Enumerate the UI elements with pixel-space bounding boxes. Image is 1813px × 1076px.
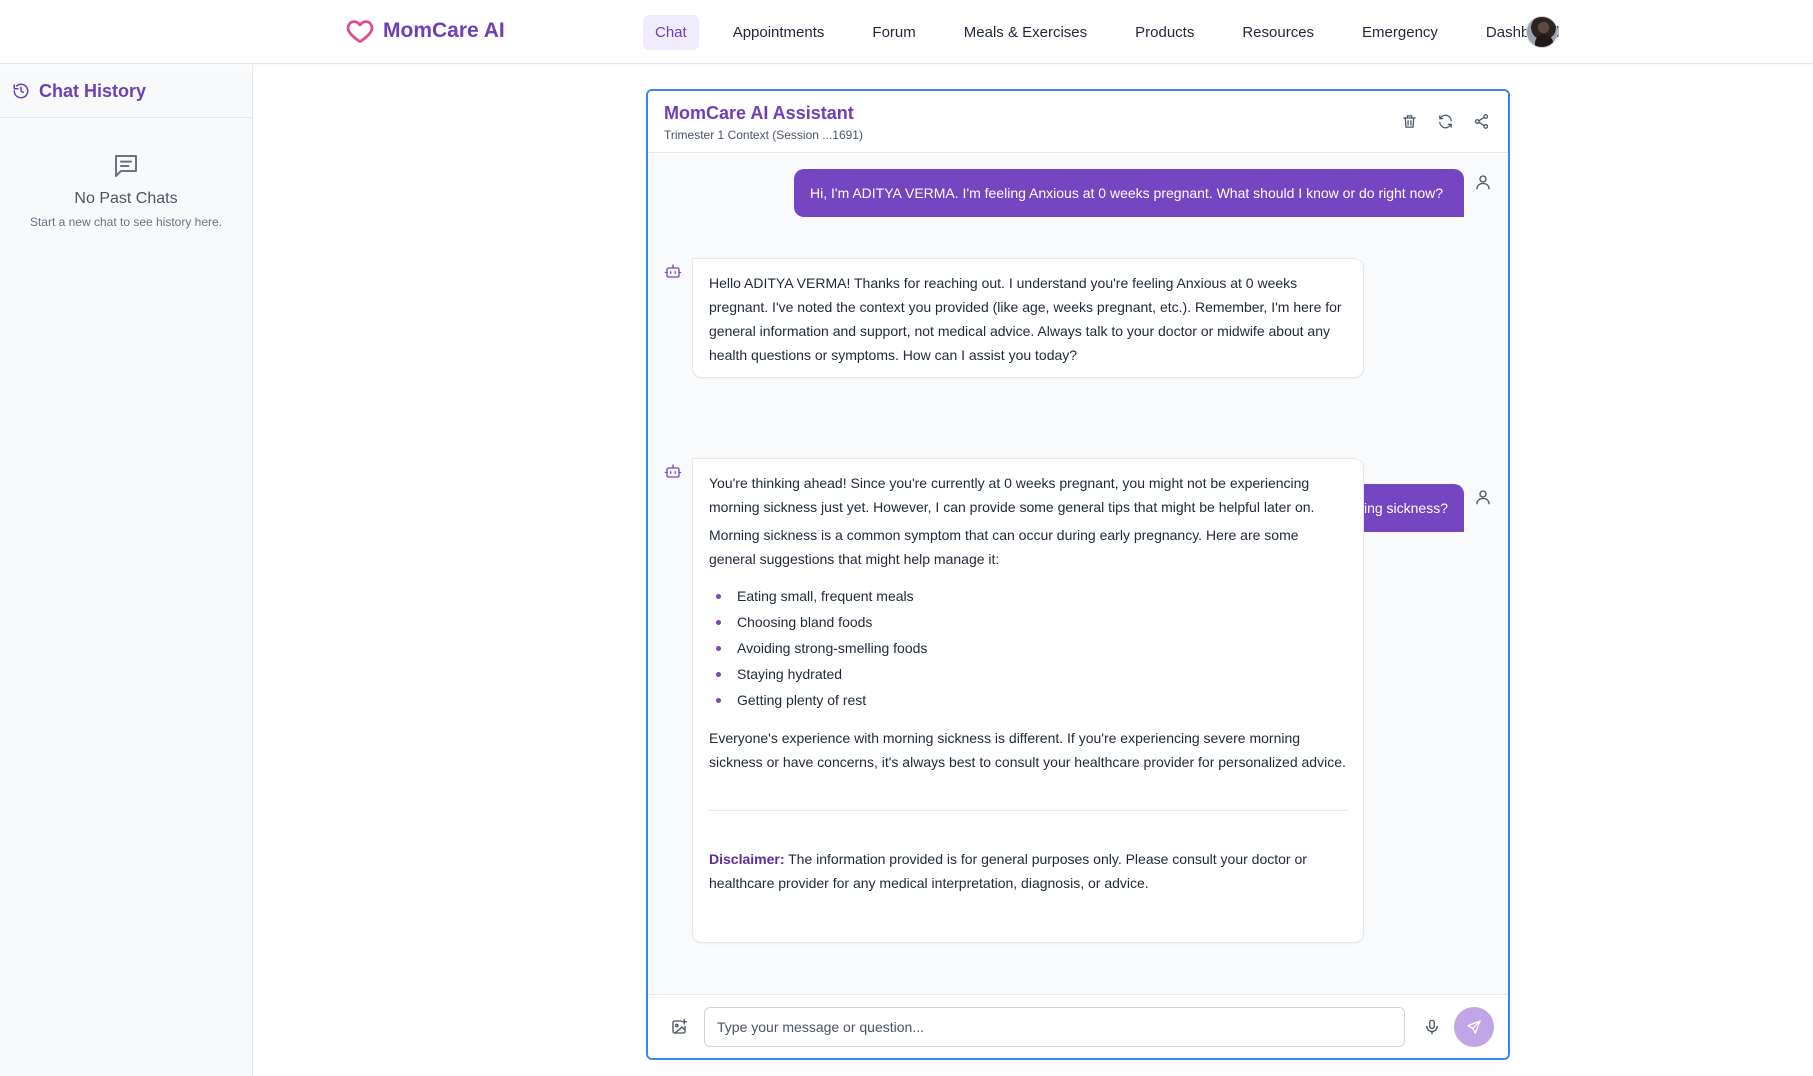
microphone-icon[interactable] (1423, 1018, 1441, 1036)
empty-state: No Past Chats Start a new chat to see hi… (0, 118, 252, 229)
chat-panel: MomCare AI Assistant Trimester 1 Context… (646, 89, 1510, 1060)
list-item: Staying hydrated (709, 661, 1347, 687)
list-item: Eating small, frequent meals (709, 583, 1347, 609)
chat-history-sidebar: Chat History No Past Chats Start a new c… (0, 65, 253, 1076)
user-avatar[interactable] (1526, 16, 1558, 48)
assistant-message: You're thinking ahead! Since you're curr… (692, 458, 1364, 943)
tips-list: Eating small, frequent meals Choosing bl… (709, 583, 1347, 713)
disclaimer: Disclaimer: The information provided is … (709, 847, 1347, 895)
message-input[interactable] (704, 1007, 1405, 1047)
nav-item-forum[interactable]: Forum (860, 15, 927, 50)
send-icon (1467, 1020, 1481, 1034)
nav-item-chat[interactable]: Chat (643, 15, 699, 50)
sidebar-title: Chat History (39, 80, 147, 101)
heart-icon (346, 20, 374, 43)
user-message: Hi, I'm ADITYA VERMA. I'm feeling Anxiou… (794, 169, 1464, 217)
message-icon (115, 155, 137, 177)
list-item: Getting plenty of rest (709, 687, 1347, 713)
history-icon (13, 83, 29, 99)
brand-logo[interactable]: MomCare AI (345, 16, 505, 46)
nav-item-emergency[interactable]: Emergency (1350, 15, 1450, 50)
nav-item-appointments[interactable]: Appointments (721, 15, 837, 50)
assistant-paragraph: Morning sickness is a common symptom tha… (709, 527, 1299, 567)
send-button[interactable] (1454, 1007, 1494, 1047)
assistant-message: Hello ADITYA VERMA! Thanks for reaching … (692, 258, 1364, 378)
clear-chat-button[interactable] (1401, 113, 1418, 130)
nav-item-resources[interactable]: Resources (1230, 15, 1326, 50)
app-name: MomCare AI (383, 19, 505, 42)
bot-icon (664, 264, 682, 278)
nav-links: Chat Appointments Forum Meals & Exercise… (643, 15, 1571, 50)
image-upload-icon[interactable] (670, 1018, 688, 1036)
nav-item-meals-exercises[interactable]: Meals & Exercises (952, 15, 1099, 50)
trash-icon (1403, 115, 1416, 128)
assistant-paragraph: You're thinking ahead! Since you're curr… (709, 475, 1315, 515)
message-list[interactable]: Hi, I'm ADITYA VERMA. I'm feeling Anxiou… (648, 154, 1508, 994)
divider (709, 810, 1347, 811)
chat-header: MomCare AI Assistant Trimester 1 Context… (648, 91, 1508, 153)
top-navbar: MomCare AI Chat Appointments Forum Meals… (0, 0, 1813, 64)
bot-icon (664, 464, 682, 478)
share-icon (1474, 114, 1489, 129)
refresh-icon (1439, 114, 1452, 129)
empty-subtitle: Start a new chat to see history here. (29, 215, 223, 229)
message-composer (648, 994, 1508, 1058)
chat-subtitle: Trimester 1 Context (Session ...1691) (664, 128, 863, 142)
refresh-chat-button[interactable] (1437, 113, 1454, 130)
disclaimer-text: The information provided is for general … (709, 851, 1307, 891)
empty-title: No Past Chats (74, 190, 178, 207)
chat-title: MomCare AI Assistant (664, 103, 854, 123)
user-icon (1476, 175, 1490, 190)
list-item: Avoiding strong-smelling foods (709, 635, 1347, 661)
assistant-paragraph: Everyone's experience with morning sickn… (709, 730, 1346, 770)
share-chat-button[interactable] (1473, 113, 1490, 130)
sidebar-header: Chat History (0, 65, 252, 118)
list-item: Choosing bland foods (709, 609, 1347, 635)
user-icon (1476, 490, 1490, 505)
nav-item-products[interactable]: Products (1123, 15, 1206, 50)
disclaimer-label: Disclaimer: (709, 851, 785, 867)
